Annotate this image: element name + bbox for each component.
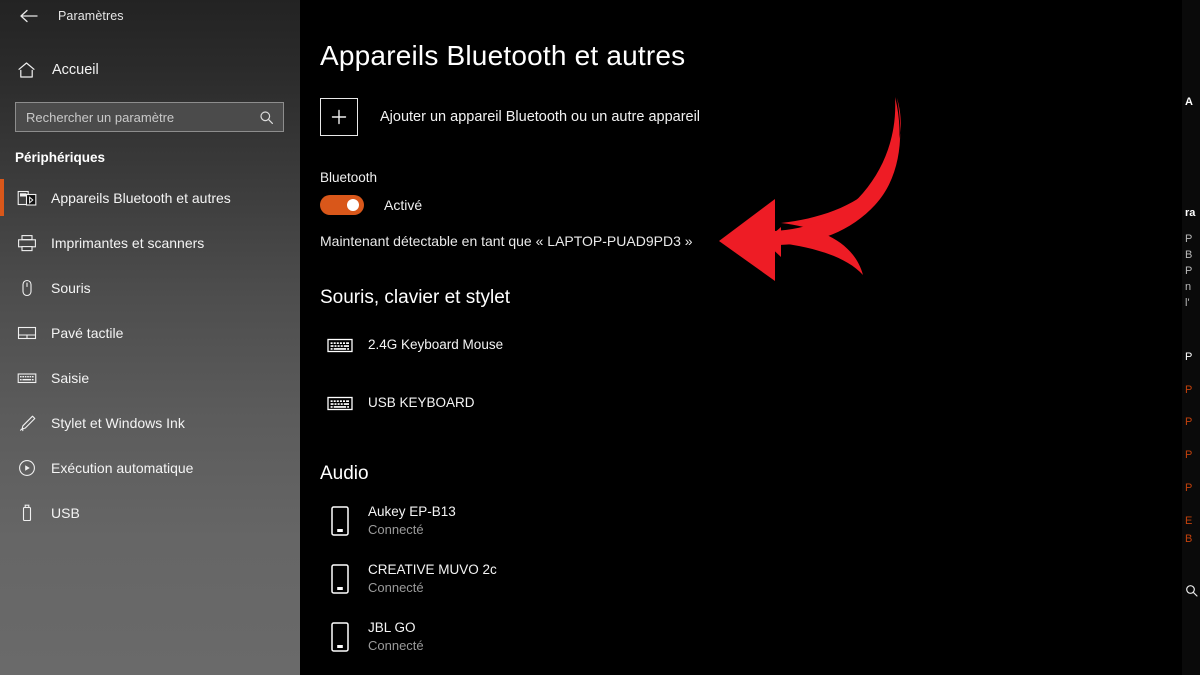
touchpad-icon [15, 324, 39, 342]
edge-paragraph-line: P [1185, 264, 1193, 277]
sidebar-item-typing-label: Saisie [51, 369, 90, 386]
sidebar-item-usb[interactable]: USB [0, 490, 300, 535]
list-item[interactable]: JBL GO Connecté [320, 615, 1200, 659]
speaker-icon [320, 621, 360, 653]
sidebar-section-title: Périphériques [15, 150, 106, 165]
edge-link[interactable]: P [1185, 415, 1200, 431]
discoverable-text: Maintenant détectable en tant que « LAPT… [320, 233, 693, 249]
device-name: Aukey EP-B13 [368, 504, 456, 520]
home-icon [14, 61, 38, 79]
device-group-audio: Audio Aukey EP-B13 Connecté CREATIVE MUV… [320, 463, 1200, 659]
search-icon[interactable] [253, 110, 279, 125]
device-status: Connecté [368, 522, 424, 538]
device-name: CREATIVE MUVO 2c [368, 562, 497, 578]
window-title: Paramètres [58, 9, 124, 23]
sidebar-item-autoplay[interactable]: Exécution automatique [0, 445, 300, 490]
sidebar-item-typing[interactable]: Saisie [0, 355, 300, 400]
edge-link[interactable]: P [1185, 448, 1200, 464]
add-device-label: Ajouter un appareil Bluetooth ou un autr… [380, 109, 701, 125]
printer-icon [15, 234, 39, 252]
plus-icon [320, 98, 358, 136]
sidebar-item-printers[interactable]: Imprimantes et scanners [0, 220, 300, 265]
sidebar-item-home-label: Accueil [52, 62, 99, 78]
back-arrow-icon[interactable] [14, 1, 44, 31]
list-item[interactable]: 2.4G Keyboard Mouse [320, 323, 1200, 367]
keyboard-icon [15, 369, 39, 387]
sidebar-item-autoplay-label: Exécution automatique [51, 459, 194, 476]
sidebar-item-bluetooth-devices[interactable]: Appareils Bluetooth et autres [0, 175, 300, 220]
bluetooth-devices-icon [15, 189, 39, 207]
sidebar-item-touchpad[interactable]: Pavé tactile [0, 310, 300, 355]
edge-link[interactable]: P [1185, 481, 1200, 497]
device-status: Connecté [368, 580, 424, 596]
group-title-audio: Audio [320, 463, 369, 484]
main-content: Appareils Bluetooth et autres Ajouter un… [300, 0, 1200, 675]
sidebar-item-mouse-label: Souris [51, 279, 91, 296]
sidebar-item-usb-label: USB [51, 504, 80, 521]
group-title-input: Souris, clavier et stylet [320, 287, 511, 308]
edge-heading-line: ra [1185, 206, 1196, 219]
list-item[interactable]: USB KEYBOARD [320, 381, 1200, 425]
edge-link[interactable]: P [1185, 383, 1200, 399]
list-item[interactable]: Aukey EP-B13 Connecté [320, 499, 1200, 543]
edge-link[interactable]: P [1185, 350, 1200, 366]
autoplay-icon [15, 459, 39, 477]
background-page-sliver: A ra P B P n l' P P P P P E B [1182, 0, 1200, 675]
usb-icon [15, 504, 39, 522]
edge-paragraph-line: n [1185, 280, 1192, 293]
sidebar-item-touchpad-label: Pavé tactile [51, 324, 124, 341]
add-device-button[interactable]: Ajouter un appareil Bluetooth ou un autr… [320, 98, 1200, 136]
keyboard-icon [320, 393, 360, 413]
search-input[interactable] [16, 103, 253, 131]
sidebar-item-bluetooth-devices-label: Appareils Bluetooth et autres [51, 189, 231, 206]
bluetooth-toggle-state: Activé [384, 197, 423, 213]
edge-link-list: P P P P P E B [1185, 350, 1200, 549]
title-bar: Paramètres [0, 0, 300, 32]
device-name: JBL GO [368, 620, 416, 636]
keyboard-icon [320, 335, 360, 355]
sidebar-item-mouse[interactable]: Souris [0, 265, 300, 310]
speaker-icon [320, 563, 360, 595]
device-name: USB KEYBOARD [368, 394, 475, 410]
device-group-input: Souris, clavier et stylet 2.4G Keyboard … [320, 287, 1200, 425]
device-status: Connecté [368, 638, 424, 654]
bluetooth-label: Bluetooth [320, 170, 378, 185]
bluetooth-toggle[interactable] [320, 195, 364, 215]
edge-paragraph-line: B [1185, 248, 1193, 261]
sidebar-item-printers-label: Imprimantes et scanners [51, 234, 205, 251]
page-title: Appareils Bluetooth et autres [320, 40, 686, 71]
sidebar-item-pen-label: Stylet et Windows Ink [51, 414, 185, 431]
edge-paragraph-line: l' [1185, 296, 1190, 309]
search-icon[interactable] [1185, 584, 1200, 603]
device-name: 2.4G Keyboard Mouse [368, 336, 504, 352]
sidebar: Paramètres Accueil Périphériques [0, 0, 300, 675]
settings-window: Paramètres Accueil Périphériques [0, 0, 1200, 675]
sidebar-item-home[interactable]: Accueil [0, 50, 300, 90]
pen-icon [15, 414, 39, 432]
toggle-knob [347, 199, 359, 211]
search-box[interactable] [15, 102, 284, 132]
mouse-icon [15, 279, 39, 297]
edge-heading-line: A [1185, 96, 1193, 108]
list-item[interactable]: CREATIVE MUVO 2c Connecté [320, 557, 1200, 601]
edge-paragraph-line: P [1185, 232, 1193, 245]
sidebar-nav: Appareils Bluetooth et autres Imprimante… [0, 175, 300, 535]
edge-link[interactable]: B [1185, 532, 1200, 548]
bluetooth-toggle-row[interactable]: Activé [320, 195, 1200, 215]
sidebar-item-pen[interactable]: Stylet et Windows Ink [0, 400, 300, 445]
edge-link[interactable]: E [1185, 514, 1200, 530]
speaker-icon [320, 505, 360, 537]
